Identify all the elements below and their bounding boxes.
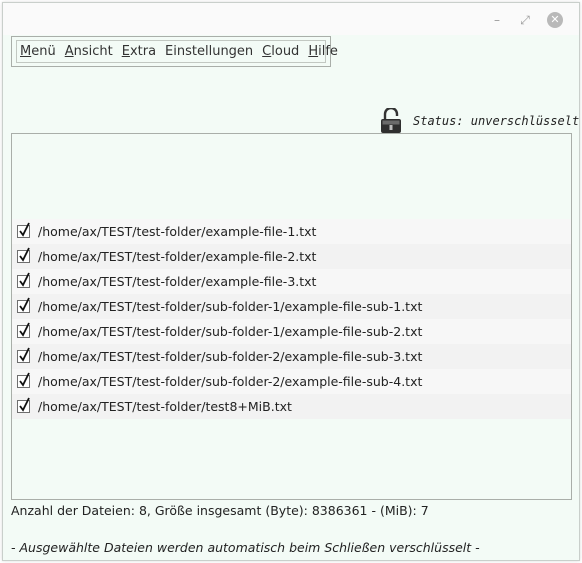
unlocked-padlock-icon [381, 108, 401, 133]
menu-item-mnemonic: M [20, 44, 32, 59]
menu-item[interactable]: Einstellungen [165, 44, 253, 59]
menu-item[interactable]: Menü [20, 44, 56, 59]
file-path: /home/ax/TEST/test-folder/sub-folder-2/e… [38, 349, 423, 364]
file-checkbox[interactable] [17, 347, 30, 363]
file-path: /home/ax/TEST/test-folder/sub-folder-1/e… [38, 299, 423, 314]
file-list[interactable]: /home/ax/TEST/test-folder/example-file-1… [11, 133, 572, 500]
file-checkbox[interactable] [17, 397, 30, 413]
menu-item-label: nsicht [73, 44, 113, 59]
menu-item-label: loud [271, 44, 300, 59]
menu-item-mnemonic: C [262, 44, 272, 59]
menu-item-mnemonic: H [308, 44, 319, 59]
close-icon[interactable]: ✕ [547, 12, 563, 28]
check-icon [19, 222, 30, 237]
check-icon [19, 322, 30, 337]
check-icon [19, 397, 30, 412]
file-row[interactable]: /home/ax/TEST/test-folder/example-file-1… [12, 219, 571, 244]
menu-bar-inner: Menü Ansicht Extra Einstellungen Cloud Hilfe [16, 40, 338, 63]
menu-bar: Menü Ansicht Extra Einstellungen Cloud Hilfe [11, 36, 338, 67]
status-text: Status: unverschlüsselt [413, 114, 580, 128]
file-path: /home/ax/TEST/test-folder/sub-folder-1/e… [38, 324, 423, 339]
menu-item[interactable]: Hilfe [308, 44, 338, 59]
file-rows: /home/ax/TEST/test-folder/example-file-1… [12, 219, 571, 419]
file-checkbox[interactable] [17, 372, 30, 388]
menu-item-mnemonic: E [121, 44, 130, 59]
file-row[interactable]: /home/ax/TEST/test-folder/sub-folder-1/e… [12, 319, 571, 344]
file-checkbox[interactable] [17, 297, 30, 313]
file-path: /home/ax/TEST/test-folder/example-file-2… [38, 249, 317, 264]
file-row[interactable]: /home/ax/TEST/test-folder/test8+MiB.txt [12, 394, 571, 419]
menu-item-label: Einstellungen [165, 44, 254, 59]
check-icon [19, 247, 30, 262]
menu-item-label: enü [31, 44, 56, 59]
check-icon [19, 347, 30, 362]
file-row[interactable]: /home/ax/TEST/test-folder/sub-folder-2/e… [12, 369, 571, 394]
menu-item-label: xtra [129, 44, 157, 59]
maximize-icon[interactable]: ⤢ [518, 13, 532, 27]
app-window: – ⤢ ✕ Menü Ansicht Extra Einstellungen Cloud… [2, 2, 580, 561]
file-path: /home/ax/TEST/test-folder/example-file-3… [38, 274, 317, 289]
file-checkbox[interactable] [17, 322, 30, 338]
menu-item[interactable]: Extra [122, 44, 156, 59]
menu-item-label: ilfe [318, 44, 338, 59]
file-checkbox[interactable] [17, 247, 30, 263]
file-summary: Anzahl der Dateien: 8, Größe insgesamt (… [11, 503, 429, 518]
menu-item[interactable]: Cloud [262, 44, 299, 59]
file-path: /home/ax/TEST/test-folder/sub-folder-2/e… [38, 374, 423, 389]
file-row[interactable]: /home/ax/TEST/test-folder/example-file-3… [12, 269, 571, 294]
file-checkbox[interactable] [17, 222, 30, 238]
menu-item[interactable]: Ansicht [65, 44, 113, 59]
auto-encrypt-note: - Ausgewählte Dateien werden automatisch… [11, 540, 480, 555]
file-path: /home/ax/TEST/test-folder/example-file-1… [38, 224, 317, 239]
title-bar: – ⤢ ✕ [3, 3, 579, 35]
file-row[interactable]: /home/ax/TEST/test-folder/sub-folder-2/e… [12, 344, 571, 369]
menu-item-mnemonic: A [64, 44, 74, 59]
file-path: /home/ax/TEST/test-folder/test8+MiB.txt [38, 399, 292, 414]
check-icon [19, 272, 30, 287]
status-area: Status: unverschlüsselt [379, 107, 579, 135]
file-checkbox[interactable] [17, 272, 30, 288]
file-row[interactable]: /home/ax/TEST/test-folder/example-file-2… [12, 244, 571, 269]
minimize-icon[interactable]: – [490, 13, 504, 27]
file-row[interactable]: /home/ax/TEST/test-folder/sub-folder-1/e… [12, 294, 571, 319]
check-icon [19, 372, 30, 387]
check-icon [19, 297, 30, 312]
